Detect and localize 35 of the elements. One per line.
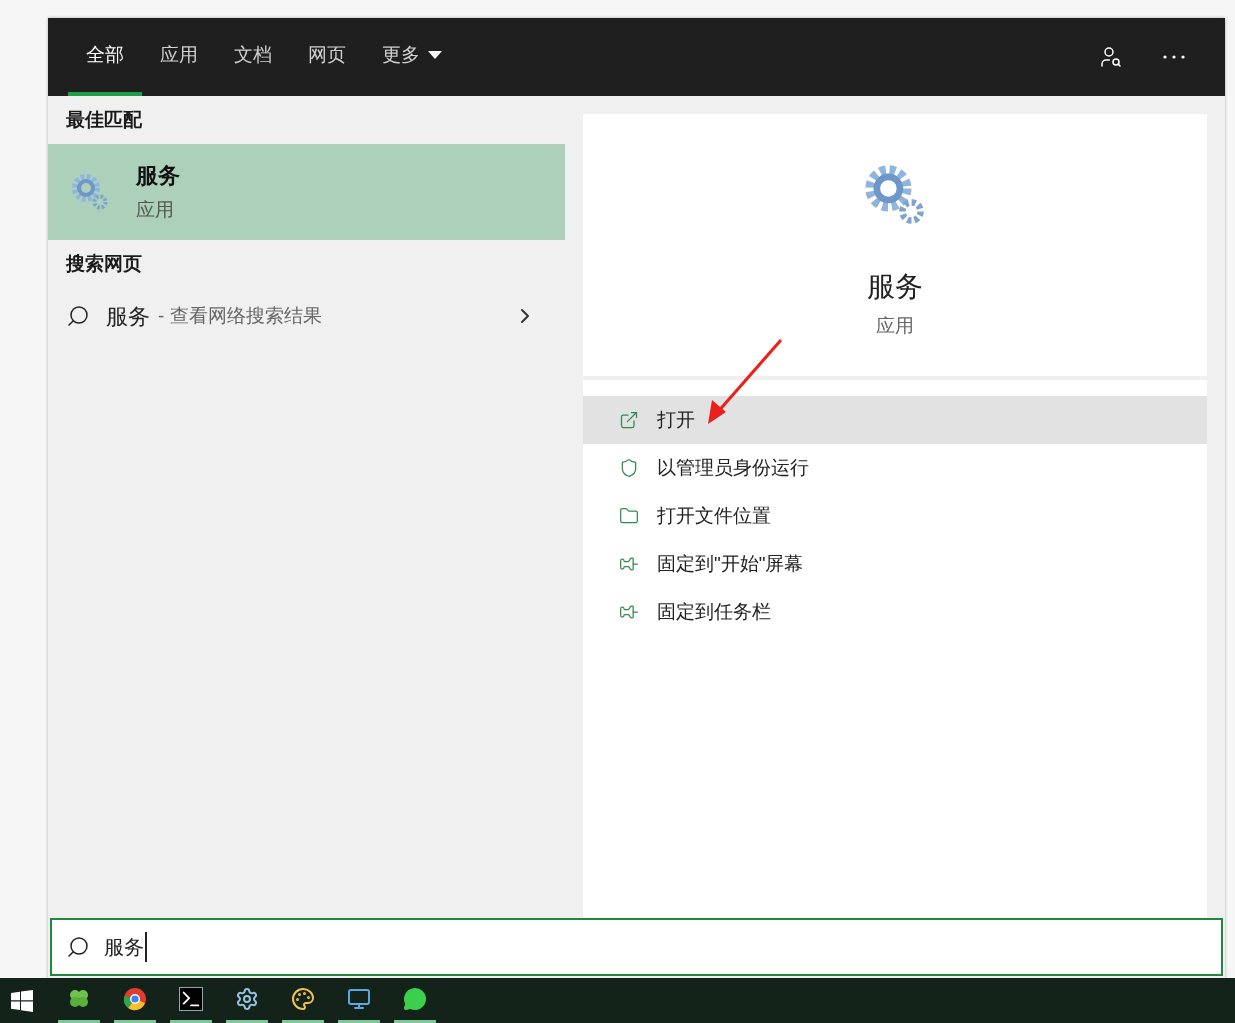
more-icon bbox=[1163, 55, 1185, 59]
chat-icon bbox=[403, 987, 427, 1011]
action-item[interactable]: 打开文件位置 bbox=[583, 492, 1207, 540]
action-item[interactable]: 固定到"开始"屏幕 bbox=[583, 540, 1207, 588]
gears-icon bbox=[70, 172, 110, 212]
search-icon bbox=[66, 935, 90, 959]
app-name: 服务 bbox=[867, 270, 923, 304]
person-icon bbox=[1099, 45, 1123, 69]
shield-icon bbox=[619, 458, 639, 478]
search-field[interactable]: 服务 bbox=[50, 918, 1223, 976]
filter-tab[interactable]: 文档 bbox=[216, 18, 290, 96]
action-item[interactable]: 固定到任务栏 bbox=[583, 588, 1207, 636]
filter-tab[interactable]: 全部 bbox=[68, 18, 142, 96]
web-search-item[interactable]: 服务 - 查看网络搜索结果 bbox=[48, 288, 565, 344]
section-heading: 搜索网页 bbox=[64, 251, 143, 276]
gear-icon bbox=[235, 987, 259, 1011]
best-match-item[interactable]: 服务 应用 bbox=[48, 144, 565, 240]
open-window-icon bbox=[619, 410, 639, 430]
folder-icon bbox=[619, 506, 639, 526]
filter-tab[interactable]: 更多 bbox=[364, 18, 460, 96]
monitor-icon bbox=[347, 987, 371, 1011]
windows-logo-icon bbox=[11, 989, 33, 1012]
filter-tab[interactable]: 网页 bbox=[290, 18, 364, 96]
section-heading: 最佳匹配 bbox=[65, 107, 143, 132]
search-icon bbox=[66, 304, 90, 328]
app-type: 应用 bbox=[876, 314, 914, 338]
palette-icon bbox=[291, 987, 315, 1011]
browser-icon bbox=[123, 987, 147, 1011]
result-title: 服务 bbox=[136, 162, 180, 191]
action-item[interactable]: 以管理员身份运行 bbox=[583, 444, 1207, 492]
result-type: 应用 bbox=[136, 198, 175, 223]
search-text: 服务 bbox=[104, 932, 147, 962]
action-item[interactable]: 打开 bbox=[583, 396, 1207, 444]
terminal-icon bbox=[179, 987, 203, 1011]
filter-tab[interactable]: 应用 bbox=[142, 18, 216, 96]
